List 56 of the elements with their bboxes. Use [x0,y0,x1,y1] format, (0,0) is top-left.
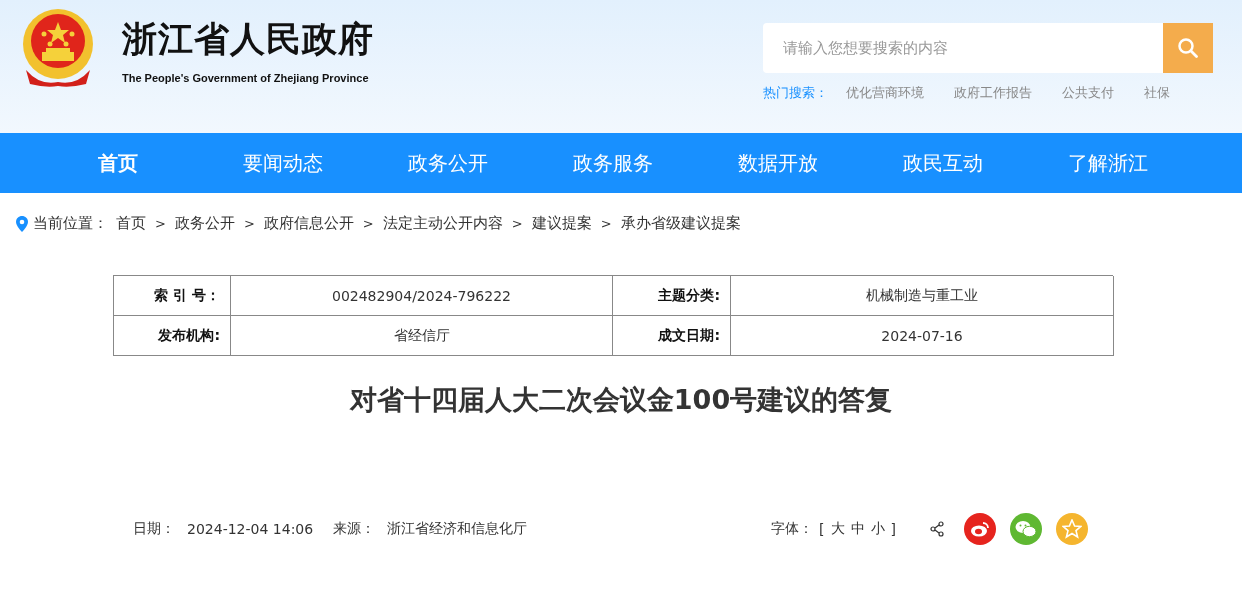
bracket-text: [ [819,521,825,537]
nav-tab[interactable]: 政民互动 [860,133,1025,193]
source-label: 来源： [333,520,376,538]
font-size-link[interactable]: 小 [870,520,885,538]
hot-search-link[interactable]: 社保 [1144,84,1170,102]
chat-bubbles-icon [1015,520,1037,538]
bracket-text: ] [890,521,896,537]
table-cell: 2024-07-16 [731,316,1114,356]
nav-tab[interactable]: 首页 [35,133,200,193]
wechat-share-button[interactable] [1010,513,1042,545]
table-label-cell: 索 引 号： [114,276,231,316]
table-label-cell: 主题分类: [613,276,731,316]
favorite-button[interactable] [1056,513,1088,545]
hot-search-link[interactable]: 公共支付 [1062,84,1114,102]
breadcrumb-link[interactable]: 政府信息公开 [263,214,354,233]
hot-search-link[interactable]: 优化营商环境 [846,84,924,102]
star-icon [1062,519,1082,539]
nav-tab[interactable]: 数据开放 [695,133,860,193]
article-title: 对省十四届人大二次会议金100号建议的答复 [348,383,894,417]
table-label-cell: 成文日期: [613,316,731,356]
breadcrumb-link[interactable]: 首页 [116,214,146,233]
nav-tab[interactable]: 政务公开 [365,133,530,193]
breadcrumb-link[interactable]: 承办省级建议提案 [620,214,741,233]
weibo-share-button[interactable] [964,513,996,545]
share-icon[interactable] [930,521,944,537]
table-label-cell: 发布机构: [114,316,231,356]
nav-tab[interactable]: 了解浙江 [1025,133,1190,193]
font-size-link[interactable]: 大 [830,520,845,538]
site-subtitle: The People's Government of Zhejiang Province [122,72,370,84]
breadcrumb-separator: > [600,216,612,231]
breadcrumb-separator: > [362,216,374,231]
hot-search-label: 热门搜索： [763,84,828,102]
breadcrumb-link[interactable]: 政务公开 [174,214,235,233]
breadcrumb-link[interactable]: 建议提案 [531,214,592,233]
breadcrumb-separator: > [511,216,523,231]
search-icon [1178,38,1198,58]
font-size-label: 字体： [771,520,814,538]
weibo-icon [970,520,990,538]
nav-tab[interactable]: 要闻动态 [200,133,365,193]
breadcrumb-link[interactable]: 法定主动公开内容 [382,214,503,233]
date-label: 日期： [133,520,175,538]
nav-tab[interactable]: 政务服务 [530,133,695,193]
table-cell: 002482904/2024-796222 [231,276,613,316]
table-cell: 机械制造与重工业 [731,276,1114,316]
search-button[interactable] [1163,23,1213,73]
site-title: 浙江省人民政府 [122,18,374,60]
breadcrumb-separator: > [243,216,255,231]
font-size-link[interactable]: 中 [850,520,865,538]
breadcrumb-separator: > [155,216,166,231]
hot-search-link[interactable]: 政府工作报告 [954,84,1032,102]
publish-date: 2024-12-04 14:06 [187,521,314,537]
search-field[interactable]: 请输入您想要搜索的内容 [763,23,1163,73]
location-pin-icon [16,215,28,232]
table-cell: 省经信厅 [231,316,613,356]
breadcrumb-label: 当前位置： [33,214,108,233]
source-name: 浙江省经济和信息化厅 [387,520,528,538]
